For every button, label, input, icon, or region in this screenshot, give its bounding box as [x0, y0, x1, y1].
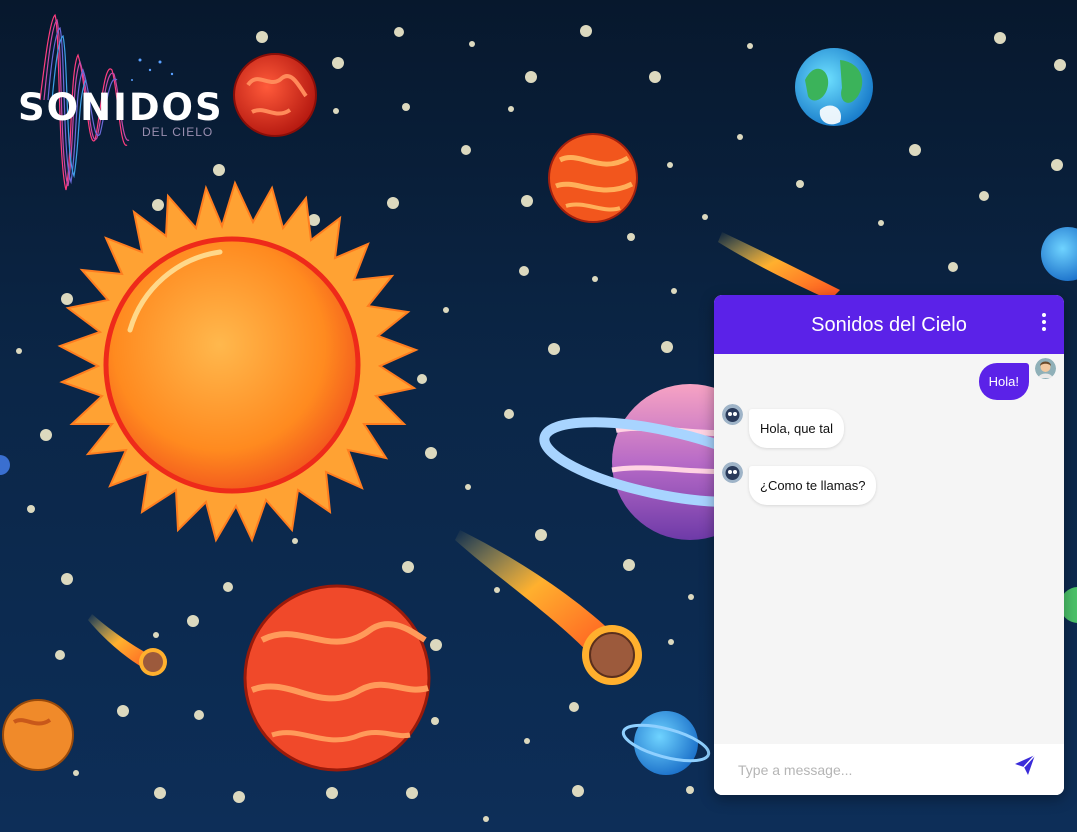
chat-title: Sonidos del Cielo: [811, 314, 967, 336]
message-input[interactable]: [736, 756, 1000, 784]
user-avatar: [1035, 358, 1056, 379]
bot-avatar: [722, 404, 743, 425]
logo-subtitle: DEL CIELO: [142, 125, 214, 139]
bot-message: ¿Como te llamas?: [749, 466, 877, 505]
bot-message: Hola, que tal: [749, 409, 844, 448]
message-list: Hola! Hola, que tal ¿Como te llamas?: [714, 354, 1064, 744]
paper-plane-icon: [1015, 754, 1036, 775]
striped-planet: [548, 133, 638, 223]
jupiter-planet: [243, 584, 431, 772]
comet-top: [718, 232, 840, 300]
message-composer: [714, 744, 1064, 795]
sun: [57, 180, 419, 543]
red-planet: [233, 53, 317, 137]
small-blue-planet: [621, 711, 711, 775]
send-button[interactable]: [1012, 753, 1038, 779]
bot-avatar: [722, 462, 743, 483]
earth-planet: [795, 48, 873, 126]
orange-planet: [2, 699, 74, 771]
edge-planet: [0, 455, 10, 475]
logo-title: SONIDOS: [18, 86, 224, 129]
chat-widget: Sonidos del Cielo Hola! Hola, que tal ¿C…: [714, 295, 1064, 795]
comet-small: [88, 614, 167, 676]
user-message: Hola!: [978, 363, 1029, 400]
blue-planet: [1041, 227, 1077, 281]
chat-header: Sonidos del Cielo: [714, 295, 1064, 354]
kebab-menu-icon[interactable]: [1036, 313, 1052, 335]
comet-large: [455, 530, 642, 685]
